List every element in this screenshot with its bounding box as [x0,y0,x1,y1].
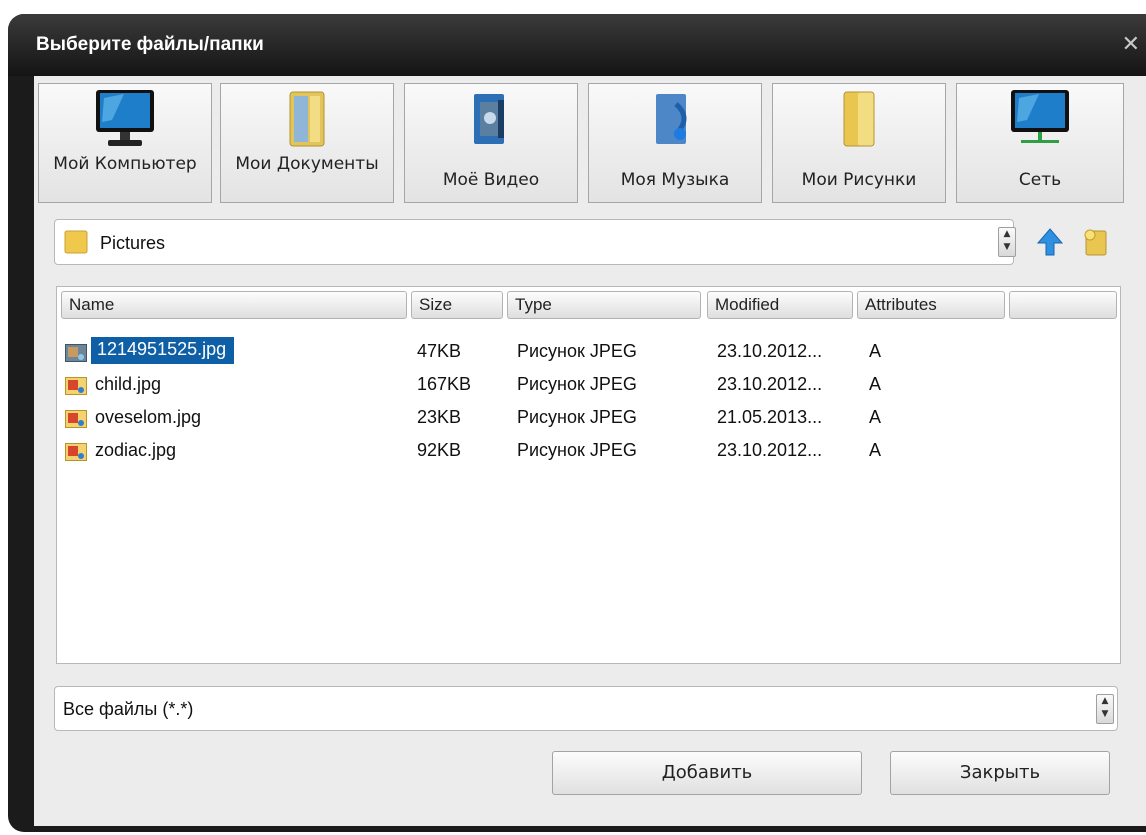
image-file-icon [65,443,87,461]
file-attributes: A [869,341,882,361]
quick-my-documents-button[interactable]: Мои Документы [220,83,394,203]
file-row[interactable]: oveselom.jpg 23KB Рисунок JPEG 21.05.201… [57,403,1120,436]
image-file-icon [65,344,87,362]
music-icon [656,94,687,144]
current-path: Pictures [100,233,166,253]
quick-label: Мой Компьютер [53,154,197,174]
path-dropdown[interactable]: Pictures [54,219,1014,265]
add-button[interactable]: Добавить [552,751,862,795]
file-size: 92KB [417,440,462,460]
file-name: oveselom.jpg [95,407,202,427]
filter-value: Все файлы (*.*) [63,699,194,719]
path-spinner[interactable]: ▲ ▼ [998,227,1016,257]
column-header-modified[interactable]: Modified [707,291,853,319]
file-type: Рисунок JPEG [517,374,637,394]
close-button[interactable]: Закрыть [890,751,1110,795]
new-folder-icon[interactable] [1080,227,1110,257]
quick-label: Мои Документы [235,154,379,174]
image-file-icon [65,377,87,395]
up-folder-icon[interactable] [1036,227,1064,257]
quick-my-computer-button[interactable]: Мой Компьютер [38,83,212,203]
dialog-title: Выберите файлы/папки [36,34,264,55]
quick-label: Мои Рисунки [801,170,917,190]
image-file-icon [65,410,87,428]
quick-my-music-button[interactable]: Моя Музыка [588,83,762,203]
quick-label: Моё Видео [442,170,540,190]
folder-icon [64,230,88,254]
file-type: Рисунок JPEG [517,440,637,460]
filter-spinner[interactable]: ▲ ▼ [1096,694,1114,724]
file-row[interactable]: 1214951525.jpg 47KB Рисунок JPEG 23.10.2… [57,337,1120,370]
file-row[interactable]: zodiac.jpg 92KB Рисунок JPEG 23.10.2012.… [57,436,1120,469]
file-modified: 23.10.2012... [717,374,823,394]
quick-label: Сеть [1018,170,1062,190]
file-modified: 21.05.2013... [717,407,823,427]
quick-my-video-button[interactable]: Моё Видео [404,83,578,203]
file-attributes: A [869,374,882,394]
quick-my-pictures-button[interactable]: Мои Рисунки [772,83,946,203]
column-header-name[interactable]: Name [61,291,407,319]
monitor-icon [96,90,154,146]
file-row[interactable]: child.jpg 167KB Рисунок JPEG 23.10.2012.… [57,370,1120,403]
file-list[interactable]: Name Size Type Modified Attributes 12149… [56,286,1121,664]
file-type: Рисунок JPEG [517,407,637,427]
quick-label: Моя Музыка [620,170,730,190]
file-size: 167KB [417,374,472,394]
column-header-attributes[interactable]: Attributes [857,291,1005,319]
file-size: 47KB [417,341,462,361]
file-attributes: A [869,407,882,427]
file-modified: 23.10.2012... [717,440,823,460]
title-bar[interactable]: Выберите файлы/папки ✕ [8,14,1146,76]
pictures-folder-icon [843,91,875,147]
file-size: 23KB [417,407,462,427]
file-type-filter[interactable]: Все файлы (*.*) [54,686,1118,731]
file-name: 1214951525.jpg [91,337,235,364]
file-modified: 23.10.2012... [717,341,823,361]
close-icon[interactable]: ✕ [1122,32,1140,57]
file-attributes: A [869,440,882,460]
column-header-extra[interactable] [1009,291,1117,319]
file-name: child.jpg [95,374,162,394]
column-header-size[interactable]: Size [411,291,503,319]
dialog-body: Мой Компьютер Мои Документы Моё Видео Мо… [34,76,1146,826]
video-icon [474,94,504,144]
file-type: Рисунок JPEG [517,341,637,361]
network-icon [1011,90,1069,143]
file-name: zodiac.jpg [95,440,177,460]
documents-folder-icon [289,91,325,147]
quick-network-button[interactable]: Сеть [956,83,1124,203]
column-header-type[interactable]: Type [507,291,701,319]
file-dialog: Выберите файлы/папки ✕ Мой Компьютер Мои… [8,14,1146,832]
